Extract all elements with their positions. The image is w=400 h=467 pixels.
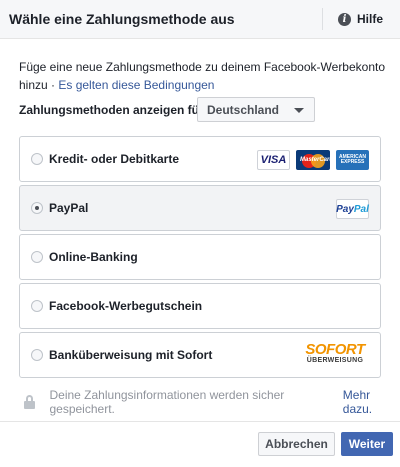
option-label: Online-Banking	[49, 250, 138, 264]
radio-online-banking[interactable]	[31, 251, 43, 263]
option-label: PayPal	[49, 201, 89, 215]
next-button[interactable]: Weiter	[341, 432, 393, 456]
option-paypal[interactable]: PayPal Pay Pal	[19, 185, 381, 231]
help-button[interactable]: i Hilfe	[338, 11, 383, 27]
paypal-logos: Pay Pal	[336, 199, 369, 219]
dialog-header: Wähle eine Zahlungsmethode aus i Hilfe	[0, 0, 400, 39]
paypal-text-pal: Pal	[353, 203, 369, 215]
terms-link[interactable]: Es gelten diese Bedingungen	[58, 78, 214, 92]
header-divider	[322, 8, 323, 30]
amex-logo: AMERICAN EXPRESS	[336, 150, 369, 170]
lock-body	[24, 401, 35, 409]
country-label: Zahlungsmethoden anzeigen für:	[19, 102, 208, 117]
visa-logo: VISA	[257, 150, 290, 170]
dialog-title: Wähle eine Zahlungsmethode aus	[9, 11, 235, 27]
country-dropdown[interactable]: Deutschland	[197, 97, 315, 122]
help-label: Hilfe	[357, 12, 384, 26]
option-label: Banküberweisung mit Sofort	[49, 348, 213, 362]
intro-text: Füge eine neue Zahlungsmethode zu deinem…	[19, 58, 389, 94]
info-icon: i	[338, 12, 351, 26]
sofort-logo: SOFORT ÜBERWEISUNG	[301, 341, 369, 367]
radio-paypal[interactable]	[31, 202, 43, 214]
radio-credit-card[interactable]	[31, 153, 43, 165]
radio-sofort[interactable]	[31, 349, 43, 361]
option-online-banking[interactable]: Online-Banking	[19, 234, 381, 280]
sofort-text-main: SOFORT	[305, 341, 365, 358]
mastercard-logo: MasterCard	[296, 150, 334, 170]
secure-note: Deine Zahlungsinformationen werden siche…	[24, 388, 400, 416]
secure-text: Deine Zahlungsinformationen werden siche…	[49, 388, 285, 416]
chevron-down-icon	[294, 108, 304, 113]
sofort-text-sub: ÜBERWEISUNG	[306, 357, 364, 364]
radio-ad-coupon[interactable]	[31, 300, 43, 312]
learn-more-link[interactable]: Mehr dazu.	[343, 388, 400, 416]
option-label: Kredit- oder Debitkarte	[49, 152, 180, 166]
paypal-text-pay: Pay	[336, 203, 354, 215]
mastercard-text: MasterCard	[300, 157, 334, 163]
option-ad-coupon[interactable]: Facebook-Werbegutschein	[19, 283, 381, 329]
option-credit-card[interactable]: Kredit- oder Debitkarte VISA MasterCard …	[19, 136, 381, 182]
cancel-button[interactable]: Abbrechen	[258, 432, 335, 456]
country-value: Deutschland	[207, 102, 280, 117]
sofort-logos: SOFORT ÜBERWEISUNG	[301, 341, 369, 367]
footer-divider	[0, 421, 400, 422]
amex-text-bottom: EXPRESS	[340, 159, 365, 165]
card-logos: VISA MasterCard AMERICAN EXPRESS	[257, 150, 369, 170]
option-label: Facebook-Werbegutschein	[49, 299, 203, 313]
payment-method-dialog: Wähle eine Zahlungsmethode aus i Hilfe F…	[0, 0, 400, 467]
country-row: Zahlungsmethoden anzeigen für: Deutschla…	[19, 97, 315, 122]
option-sofort[interactable]: Banküberweisung mit Sofort SOFORT ÜBERWE…	[19, 332, 381, 378]
paypal-logo: Pay Pal	[336, 199, 369, 219]
lock-icon	[24, 395, 35, 409]
